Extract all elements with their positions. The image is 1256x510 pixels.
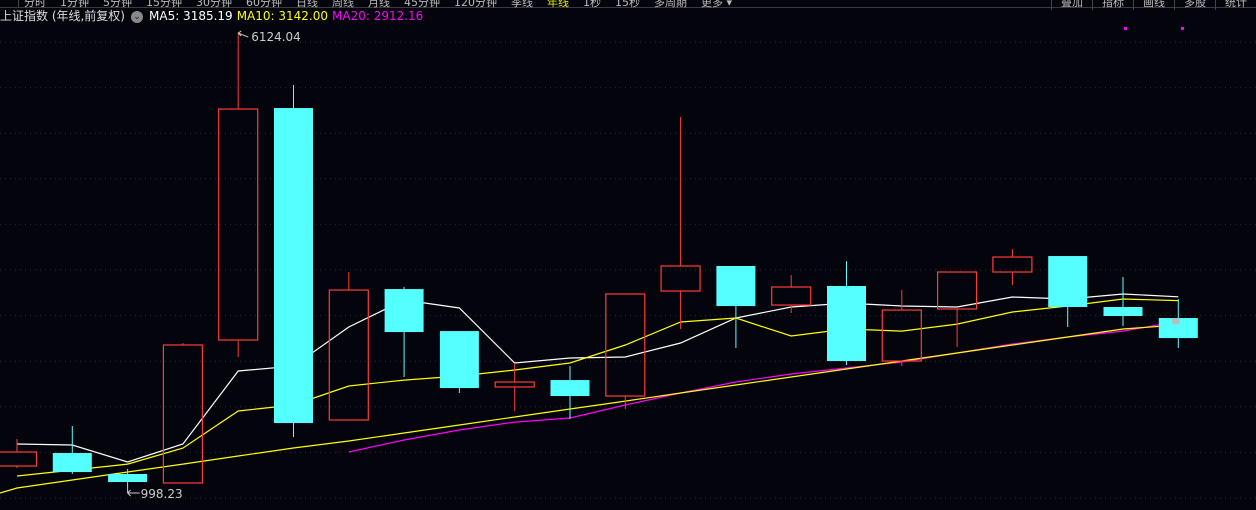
ma5-value: MA5: 3185.19 [149,9,233,23]
candle-body [439,331,479,389]
candle-body [1048,256,1088,308]
period-tab[interactable]: 15秒 [615,0,640,10]
candle [328,272,369,421]
candle-body [992,256,1033,273]
candle [274,84,313,438]
toolbar-button[interactable]: 统计 [1215,0,1256,10]
candle-body [936,271,978,310]
period-tab[interactable]: 120分钟 [454,0,497,10]
candle [384,286,424,378]
candle [439,331,479,393]
candle [827,261,866,365]
chart-legend: 上证指数 (年线,前复权) ⌄ MA5: 3185.19 MA10: 3142.… [0,8,423,25]
candlestick-chart[interactable]: 6124.04 998.23 [0,0,1256,510]
candle [1103,277,1143,327]
candle-body [827,286,866,362]
chart-title: 上证指数 (年线,前复权) [0,9,125,23]
candle [218,33,259,357]
ma-line-ma10 [16,298,1179,477]
candle-body [384,289,424,333]
low-price-label: 998.23 [141,487,183,501]
toolbar-button[interactable]: 叠加 [1051,0,1092,10]
candle [771,275,812,314]
toolbar-button[interactable]: 画线 [1133,0,1174,10]
candle [881,290,922,367]
signal-marker [1181,27,1184,30]
candle-body [550,380,590,397]
ma10-value: MA10: 3142.00 [236,9,328,23]
candle-body [328,289,369,421]
candle-body [218,108,259,341]
candle [52,426,92,475]
ma-line-ma-long [0,324,1179,494]
candle [716,266,756,349]
period-tab[interactable]: 更多 ▾ [701,0,732,10]
period-tab[interactable]: 年线 [547,0,569,10]
menu-icon[interactable] [0,0,19,7]
ma20-value: MA20: 2912.16 [332,9,424,23]
candle-body [274,108,313,424]
candle-body [494,381,535,388]
candle [0,439,38,469]
low-marker-arrow [127,489,140,497]
candle-body [771,286,812,306]
period-tab[interactable]: 季线 [511,0,533,10]
toolbar-button[interactable]: 指标 [1092,0,1133,10]
ma-line-ma5 [16,293,1179,463]
period-tab[interactable]: 多周期 [654,0,687,10]
candle-body [52,453,92,473]
candle-body [881,309,922,362]
chevron-down-icon[interactable]: ⌄ [131,10,143,23]
candle [1048,256,1088,328]
toolbar-right-buttons: 叠加 指标 画线 多股 统计 [1051,0,1256,10]
high-price-label: 6124.04 [251,30,301,44]
candle [605,293,646,410]
candle-body [1103,307,1143,316]
period-toolbar: 分时 1分钟 5分钟 15分钟 30分钟 60分钟 日线 周线 月线 45分钟 120分钟 季线 年线 1… [0,0,1256,10]
candle [660,117,701,329]
candle-body [108,474,148,483]
candle [936,271,978,348]
candle [494,363,535,412]
candle-body [0,451,38,467]
high-marker-arrow [237,30,249,38]
signal-marker [1124,27,1127,30]
candle [992,249,1033,286]
toolbar-button[interactable]: 多股 [1174,0,1215,10]
period-tab[interactable]: 1秒 [583,0,601,10]
cursor-marker [1172,318,1180,325]
candle-body [716,266,756,307]
